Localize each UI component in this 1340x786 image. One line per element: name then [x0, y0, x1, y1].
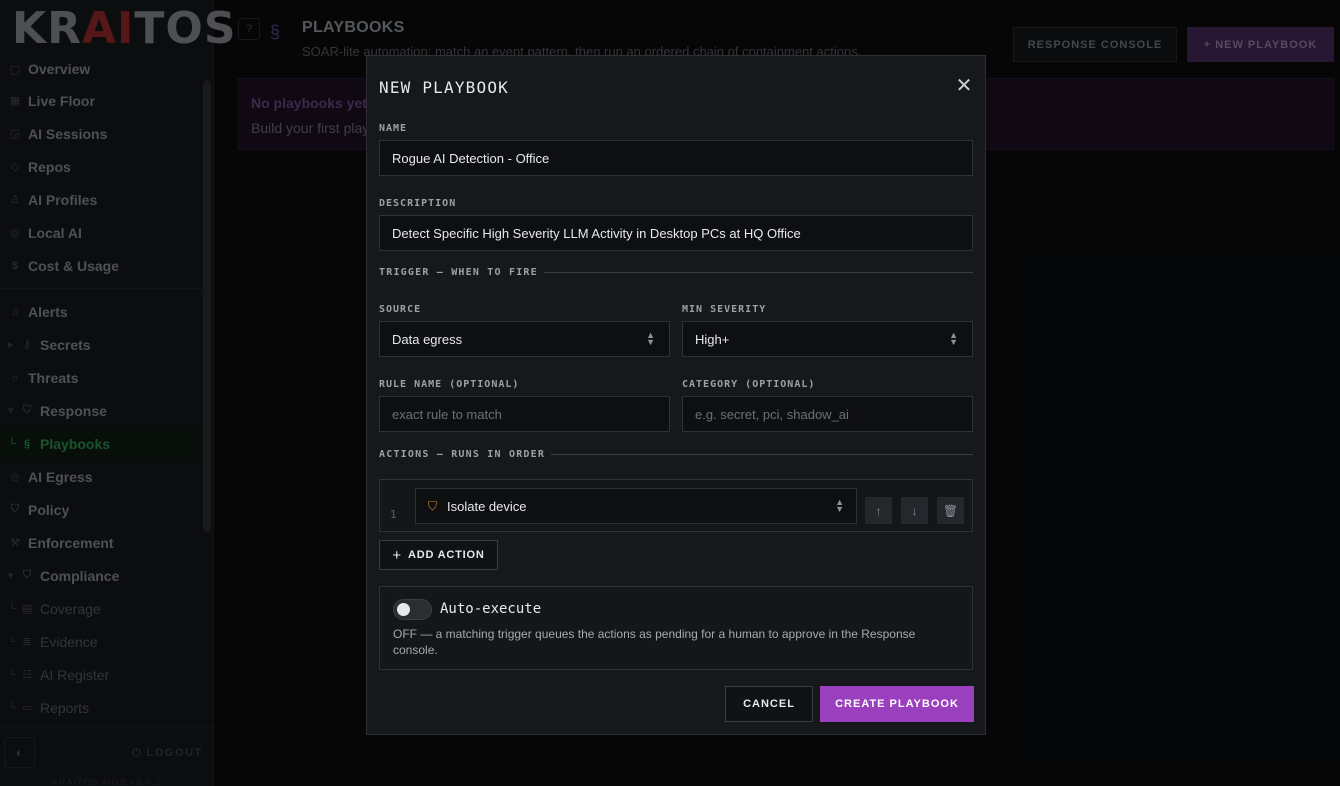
delete-action-button[interactable]: 🗑: [937, 497, 964, 524]
auto-execute-toggle[interactable]: [393, 599, 432, 620]
cancel-button[interactable]: CANCEL: [725, 686, 813, 722]
close-icon[interactable]: ✕: [955, 76, 973, 96]
actions-section-header: ACTIONS — RUNS IN ORDER: [379, 449, 973, 460]
chevron-updown-icon: ▲ ▼: [835, 497, 844, 514]
chevron-updown-icon: ▲ ▼: [949, 330, 958, 347]
rule-name-label: RULE NAME (OPTIONAL): [379, 379, 520, 390]
auto-execute-description: OFF — a matching trigger queues the acti…: [393, 627, 916, 657]
trigger-section-header: TRIGGER — WHEN TO FIRE: [379, 267, 973, 278]
move-up-button[interactable]: ↑: [865, 497, 892, 524]
action-index: 1: [390, 508, 397, 521]
trash-icon: 🗑: [942, 503, 959, 518]
min-severity-select[interactable]: High+ ▲ ▼: [682, 321, 973, 357]
arrow-down-icon: ↓: [911, 503, 918, 518]
description-label: DESCRIPTION: [379, 198, 457, 209]
category-input[interactable]: e.g. secret, pci, shadow_ai: [682, 396, 973, 432]
name-input[interactable]: Rogue AI Detection - Office: [379, 140, 973, 176]
plus-icon: +: [392, 546, 402, 564]
arrow-up-icon: ↑: [875, 503, 882, 518]
name-label: NAME: [379, 123, 408, 134]
category-label: CATEGORY (OPTIONAL): [682, 379, 816, 390]
source-select[interactable]: Data egress ▲ ▼: [379, 321, 670, 357]
new-playbook-modal: NEW PLAYBOOK ✕ NAME Rogue AI Detection -…: [366, 55, 986, 735]
shield-icon: ⛉: [428, 498, 438, 513]
auto-execute-title: Auto-execute: [440, 601, 542, 617]
chevron-updown-icon: ▲ ▼: [646, 330, 655, 347]
create-playbook-button[interactable]: CREATE PLAYBOOK: [820, 686, 974, 722]
app-root: KRAITOS ▢ Overview ▦ Live Floor ◲ AI Sessio…: [0, 0, 1340, 786]
modal-title: NEW PLAYBOOK: [379, 78, 509, 97]
min-severity-label: MIN SEVERITY: [682, 304, 767, 315]
rule-name-input[interactable]: exact rule to match: [379, 396, 670, 432]
toggle-knob: [397, 603, 410, 616]
description-input[interactable]: Detect Specific High Severity LLM Activi…: [379, 215, 973, 251]
move-down-button[interactable]: ↓: [901, 497, 928, 524]
action-row: 1 ⛉ Isolate device ▲ ▼ ↑ ↓ 🗑: [379, 479, 973, 532]
source-label: SOURCE: [379, 304, 422, 315]
action-select[interactable]: ⛉ Isolate device ▲ ▼: [415, 488, 857, 524]
auto-execute-panel: Auto-execute OFF — a matching trigger qu…: [379, 586, 973, 670]
add-action-button[interactable]: + ADD ACTION: [379, 540, 498, 570]
